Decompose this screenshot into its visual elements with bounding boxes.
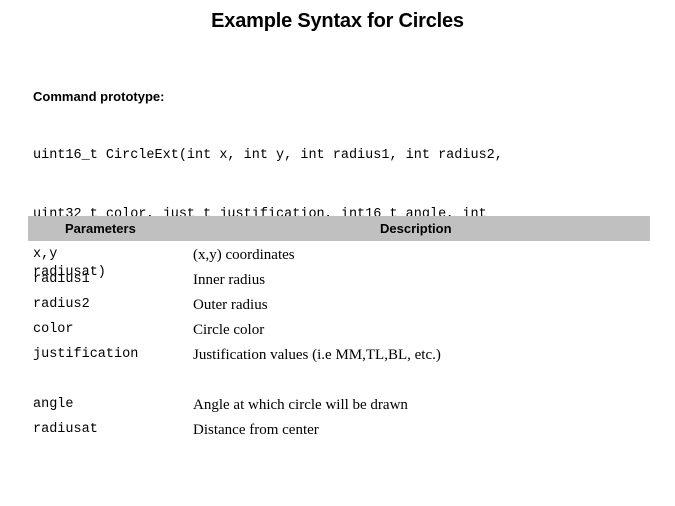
- cell-description: Circle color: [193, 322, 265, 338]
- slide-canvas: Example Syntax for Circles Command proto…: [0, 0, 675, 506]
- table-column-header-description: Description: [380, 221, 452, 236]
- code-line: uint16_t CircleExt(int x, int y, int rad…: [33, 148, 503, 163]
- cell-description: Distance from center: [193, 422, 319, 438]
- page-title: Example Syntax for Circles: [211, 10, 464, 32]
- cell-description: Outer radius: [193, 297, 268, 313]
- table-row: radiusat Distance from center: [28, 419, 650, 444]
- table-body: x,y (x,y) coordinates radius1 Inner radi…: [28, 241, 650, 444]
- cell-parameter: justification: [33, 347, 139, 362]
- cell-parameter: radiusat: [33, 422, 98, 437]
- cell-parameter: radius2: [33, 297, 90, 312]
- table-column-header-parameters: Parameters: [65, 221, 136, 236]
- table-row: radius1 Inner radius: [28, 269, 650, 294]
- cell-description: (x,y) coordinates: [193, 247, 295, 263]
- cell-parameter: color: [33, 322, 74, 337]
- cell-parameter: angle: [33, 397, 74, 412]
- table-row: justification Justification values (i.e …: [28, 344, 650, 369]
- table-row-empty: [28, 369, 650, 394]
- table-row: color Circle color: [28, 319, 650, 344]
- cell-parameter: x,y: [33, 247, 58, 262]
- table-row: angle Angle at which circle will be draw…: [28, 394, 650, 419]
- table-row: radius2 Outer radius: [28, 294, 650, 319]
- table-header-row: Parameters Description: [28, 216, 650, 241]
- parameters-table: Parameters Description x,y (x,y) coordin…: [28, 216, 650, 444]
- cell-description: Justification values (i.e MM,TL,BL, etc.…: [193, 347, 441, 363]
- cell-description: Angle at which circle will be drawn: [193, 397, 408, 413]
- table-row: x,y (x,y) coordinates: [28, 244, 650, 269]
- cell-parameter: radius1: [33, 272, 90, 287]
- command-prototype-label: Command prototype:: [33, 89, 165, 104]
- cell-description: Inner radius: [193, 272, 266, 288]
